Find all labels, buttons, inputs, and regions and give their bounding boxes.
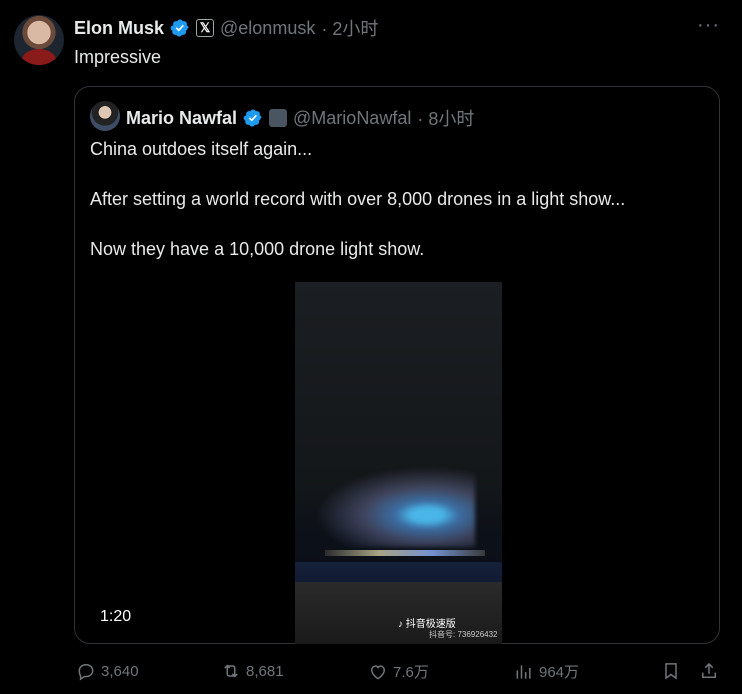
action-bar: 3,640 8,681 7.6万 964万 (0, 661, 742, 687)
share-icon (702, 662, 716, 678)
drone-light-show (315, 467, 475, 547)
quoted-author-name[interactable]: Mario Nawfal (126, 108, 237, 129)
verified-badge-icon (170, 19, 189, 37)
tweet-timestamp[interactable]: · 2小时 (321, 15, 378, 41)
verified-badge-icon (243, 109, 262, 127)
quoted-text-line: After setting a world record with over 8… (90, 189, 626, 209)
heart-icon (370, 664, 386, 680)
share-button[interactable] (699, 661, 719, 681)
video-player[interactable]: ♪ 抖音极速版 抖音号: 736926432 (295, 282, 502, 644)
analytics-icon (516, 664, 531, 679)
quoted-tweet-timestamp[interactable]: · 8小时 (417, 105, 474, 131)
quoted-tweet[interactable]: Mario Nawfal @MarioNawfal · 8小时 China ou… (74, 86, 720, 644)
quoted-tweet-header: Mario Nawfal @MarioNawfal · 8小时 (126, 105, 474, 131)
more-options-icon[interactable]: ··· (697, 14, 720, 37)
retweet-count: 8,681 (246, 662, 284, 680)
quoted-text-line: Now they have a 10,000 drone light show. (90, 239, 425, 259)
like-button[interactable]: 7.6万 (368, 661, 429, 682)
retweet-icon (224, 664, 238, 678)
bookmark-icon (665, 663, 677, 680)
bookmark-button[interactable] (661, 661, 681, 681)
author-name[interactable]: Elon Musk (74, 18, 164, 39)
tweet-header: Elon Musk 𝕏 @elonmusk · 2小时 (74, 16, 378, 40)
views-count: 964万 (539, 664, 580, 681)
reply-count: 3,640 (101, 662, 139, 680)
author-handle[interactable]: @elonmusk (220, 18, 315, 39)
affiliation-badge-icon (269, 109, 288, 127)
reply-button[interactable]: 3,640 (76, 661, 139, 681)
douyin-id: 抖音号: 736926432 (429, 630, 498, 639)
bridge-lights (325, 550, 485, 556)
like-count: 7.6万 (393, 664, 429, 681)
retweet-button[interactable]: 8,681 (221, 661, 284, 681)
tiktok-watermark: ♪ 抖音极速版 (398, 619, 456, 630)
x-affiliation-icon: 𝕏 (196, 19, 215, 37)
video-duration: 1:20 (100, 608, 132, 625)
tweet-text: Impressive (74, 47, 162, 67)
views-button[interactable]: 964万 (514, 661, 579, 682)
quoted-text-line: China outdoes itself again... (90, 139, 313, 159)
reply-icon (78, 664, 94, 681)
quoted-author-avatar[interactable] (90, 101, 120, 131)
quoted-author-handle[interactable]: @MarioNawfal (293, 108, 411, 129)
author-avatar[interactable] (14, 15, 64, 65)
